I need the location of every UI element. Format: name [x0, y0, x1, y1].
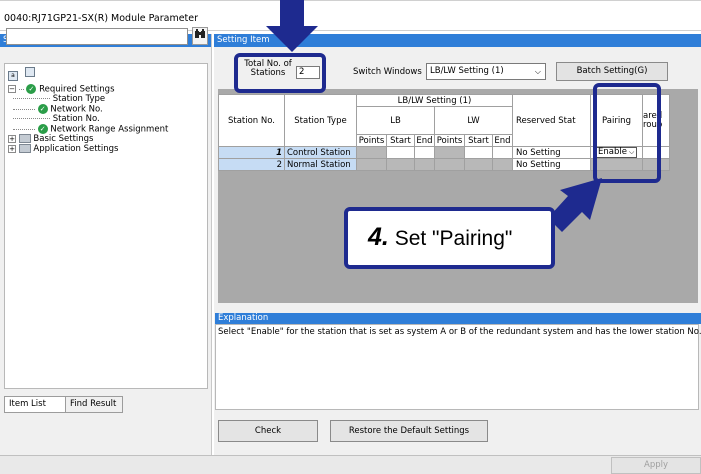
callout-instruction: 4. Set "Pairing": [368, 223, 512, 252]
arrow-down-icon: [266, 0, 318, 52]
total-stations-highlight: [234, 53, 326, 93]
pairing-column-highlight: [593, 83, 661, 183]
callout-text: Set "Pairing": [394, 227, 513, 250]
arrow-up-right-icon: [548, 178, 602, 232]
callout-step: 4.: [368, 223, 389, 251]
